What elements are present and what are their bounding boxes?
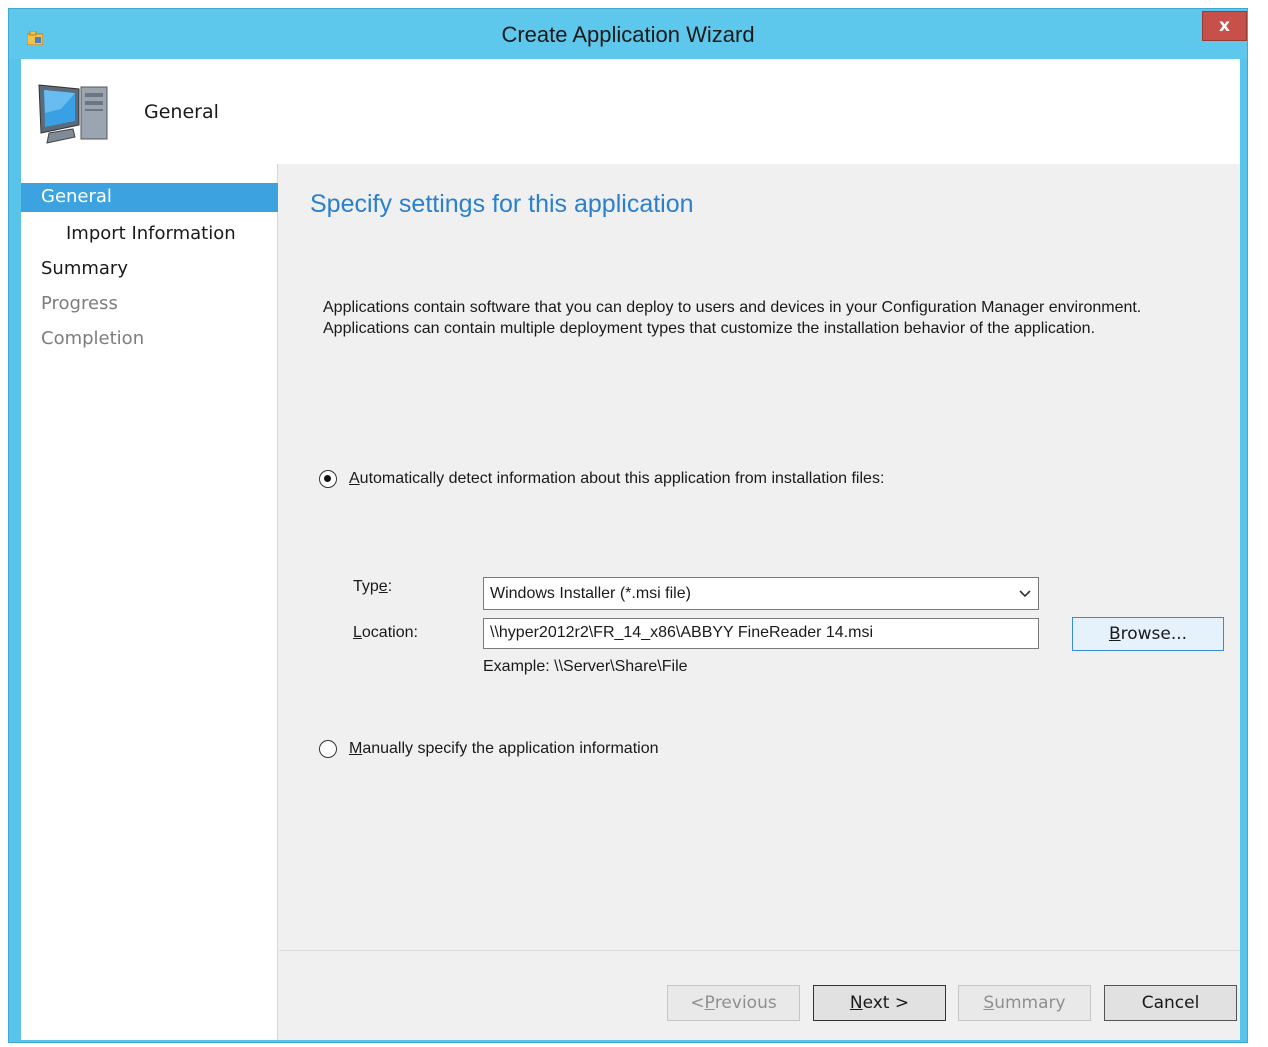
nav-item-completion: Completion xyxy=(41,328,145,349)
previous-accel: P xyxy=(704,993,715,1013)
wizard-nav: General Import Information Summary Progr… xyxy=(21,164,278,1040)
description: Applications contain software that you c… xyxy=(323,297,1223,339)
location-label-accel: L xyxy=(353,624,362,641)
wizard-window: Create Application Wizard x General Gene… xyxy=(8,8,1248,1043)
wizard-client: General General Import Information Summa… xyxy=(21,59,1240,1040)
wizard-footer: < Previous Next > Summary Cancel xyxy=(279,950,1240,1040)
nav-item-summary[interactable]: Summary xyxy=(41,258,128,279)
nav-item-progress: Progress xyxy=(41,293,118,314)
location-label: Location: xyxy=(353,624,418,642)
window-title: Create Application Wizard xyxy=(501,22,755,47)
summary-accel: S xyxy=(983,993,995,1013)
previous-text: revious xyxy=(714,993,777,1013)
nav-item-import-information[interactable]: Import Information xyxy=(66,223,236,244)
summary-button[interactable]: Summary xyxy=(958,985,1091,1021)
browse-button[interactable]: Browse... xyxy=(1072,617,1224,651)
location-example: Example: \\Server\Share\File xyxy=(483,658,688,675)
next-button[interactable]: Next > xyxy=(813,985,946,1021)
browse-accel: B xyxy=(1108,624,1121,644)
type-label-accel: e xyxy=(378,578,388,595)
location-input[interactable]: \\hyper2012r2\FR_14_x86\ABBYY FineReader… xyxy=(483,618,1039,649)
wizard-header: General xyxy=(21,59,1240,164)
previous-pre: < xyxy=(690,993,705,1013)
close-icon: x xyxy=(1219,16,1230,36)
chevron-down-icon xyxy=(1019,590,1031,598)
cancel-button[interactable]: Cancel xyxy=(1104,985,1237,1021)
description-line-1: Applications contain software that you c… xyxy=(323,299,1142,316)
next-text: ext > xyxy=(862,993,910,1013)
location-label-text: ocation: xyxy=(361,624,418,641)
manual-radio[interactable] xyxy=(319,740,337,758)
manual-text: anually specify the application informat… xyxy=(362,740,659,757)
header-title: General xyxy=(144,101,219,123)
auto-detect-accel: A xyxy=(349,470,360,487)
description-line-2: Applications can contain multiple deploy… xyxy=(323,320,1096,337)
manual-accel: M xyxy=(349,740,363,757)
title-bar[interactable]: Create Application Wizard x xyxy=(9,9,1247,59)
auto-detect-text: utomatically detect information about th… xyxy=(359,470,885,487)
browse-text: rowse... xyxy=(1120,624,1188,644)
type-select[interactable]: Windows Installer (*.msi file) xyxy=(483,577,1039,610)
type-label-post: : xyxy=(387,578,393,595)
previous-button[interactable]: < Previous xyxy=(667,985,800,1021)
auto-detect-label[interactable]: Automatically detect information about t… xyxy=(349,470,884,488)
type-select-value: Windows Installer (*.msi file) xyxy=(490,585,691,602)
computer-icon xyxy=(38,84,108,144)
type-label: Type: xyxy=(353,578,392,596)
summary-text: ummary xyxy=(994,993,1066,1013)
close-button[interactable]: x xyxy=(1202,11,1247,41)
nav-item-general[interactable]: General xyxy=(21,183,278,212)
manual-label[interactable]: Manually specify the application informa… xyxy=(349,740,659,758)
page-heading: Specify settings for this application xyxy=(310,190,694,218)
type-label-pre: Typ xyxy=(353,578,379,595)
wizard-content: Specify settings for this application Ap… xyxy=(279,164,1240,950)
next-accel: N xyxy=(849,993,863,1013)
auto-detect-radio[interactable] xyxy=(319,470,337,488)
